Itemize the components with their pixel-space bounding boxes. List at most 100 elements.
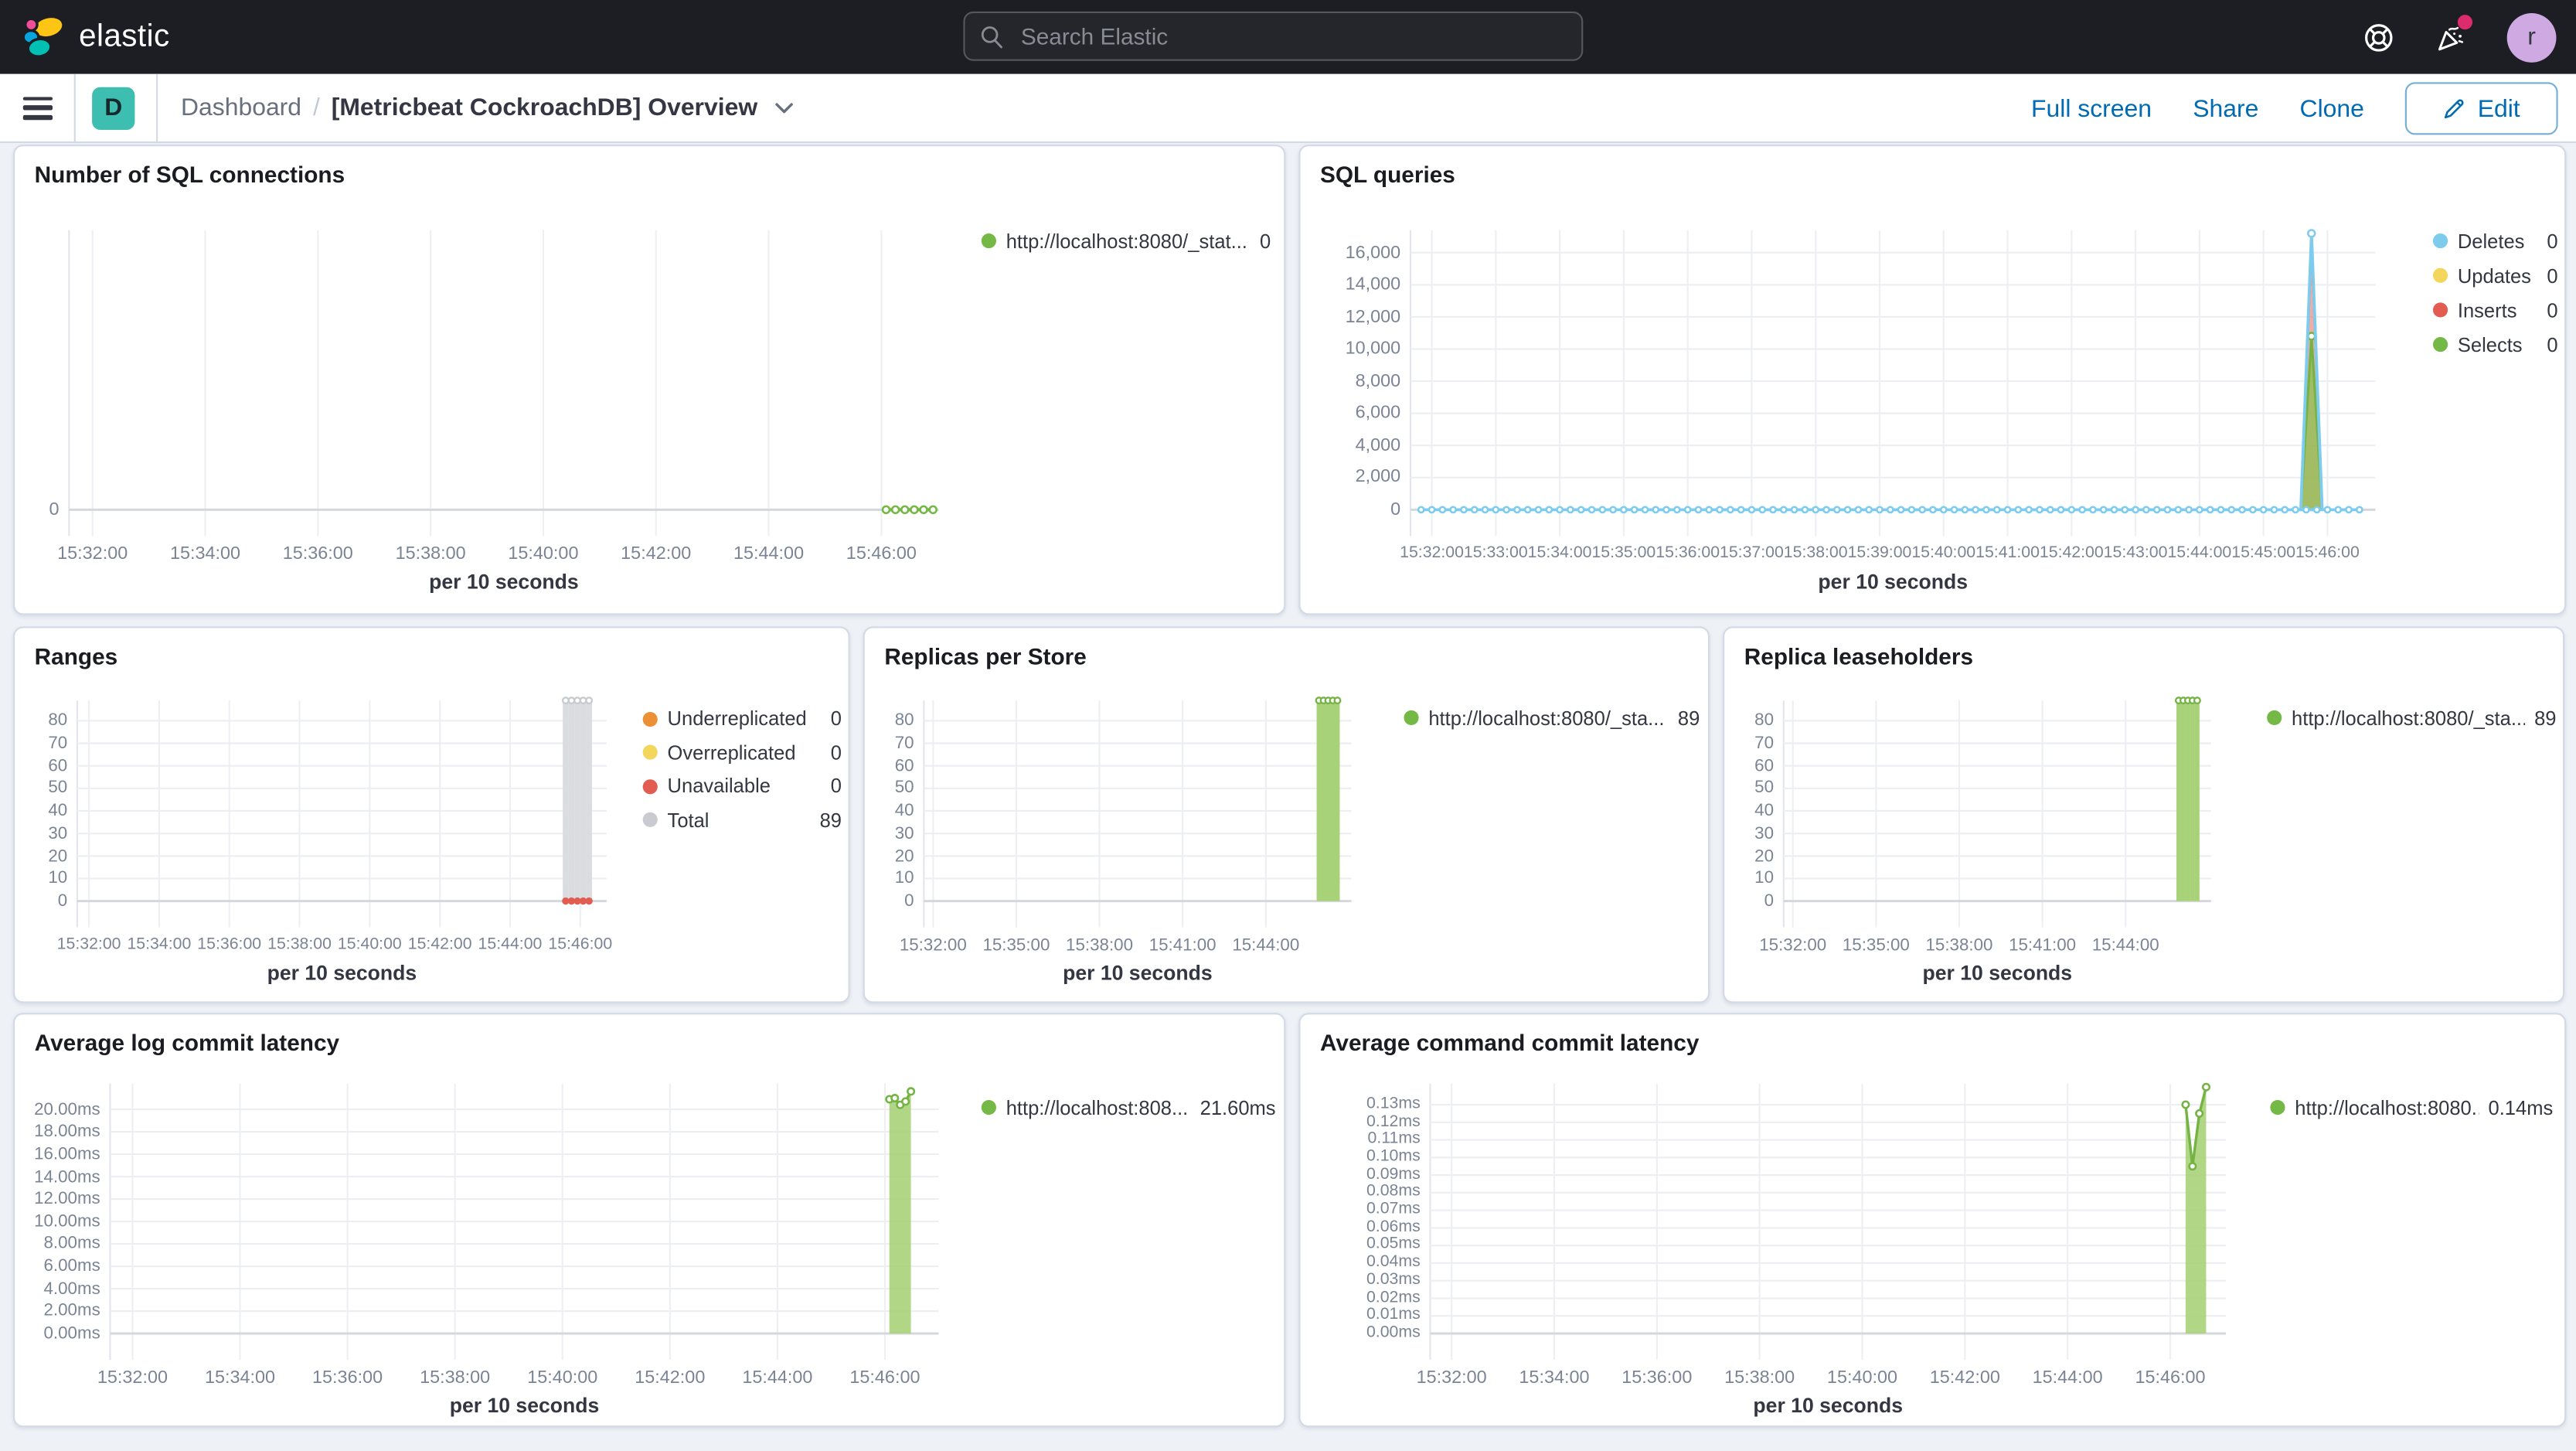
legend-color-dot — [2432, 337, 2448, 353]
help-button[interactable] — [2362, 21, 2395, 54]
y-axis-tick-label: 16.00ms — [34, 1144, 100, 1164]
chart-legend: http://localhost:8080/_sta... 89 — [2267, 703, 2556, 731]
panel-average-command-commit-latency[interactable]: Average command commit latency 0.00ms 0.0… — [1298, 1013, 2567, 1428]
x-axis-title: per 10 seconds — [429, 571, 579, 594]
full-screen-button[interactable]: Full screen — [2031, 94, 2152, 122]
divider — [73, 73, 76, 142]
breadcrumb-dashboard-link[interactable]: Dashboard — [181, 94, 301, 121]
legend-label: http://localhost:8080/_stat... — [1006, 229, 1247, 253]
legend-item[interactable]: Underreplicated 0 — [642, 702, 842, 736]
edit-button-label: Edit — [2477, 94, 2520, 123]
legend-color-dot — [642, 745, 658, 761]
legend-item[interactable]: Deletes 0 — [2432, 223, 2558, 258]
legend-item[interactable]: Selects 0 — [2432, 327, 2558, 362]
legend-value: 0.14ms — [2488, 1095, 2554, 1119]
legend-value: 89 — [2534, 706, 2557, 730]
y-axis-tick-label: 6,000 — [1355, 403, 1401, 424]
y-axis-tick-label: 30 — [1754, 823, 1775, 843]
newsfeed-button[interactable] — [2435, 14, 2473, 54]
dashboard-badge[interactable]: D — [92, 86, 135, 129]
legend-label: Deletes — [2457, 229, 2525, 253]
legend-item[interactable]: Overreplicated 0 — [642, 736, 842, 770]
share-button[interactable]: Share — [2193, 94, 2258, 122]
y-axis-tick-label: 40 — [1754, 801, 1775, 821]
legend-color-dot — [2267, 710, 2282, 726]
legend-value: 21.60ms — [1200, 1095, 1276, 1119]
legend-value: 0 — [830, 775, 842, 799]
panel-replicas-per-store[interactable]: Replicas per Store 0 10 20 30 40 50 60 70 80 15:3… — [863, 626, 1710, 1003]
legend-value: 0 — [1259, 229, 1271, 253]
legend-color-dot — [2432, 302, 2448, 318]
x-axis-tick-label: 15:38:00 — [1724, 1368, 1795, 1388]
chart-plot-area[interactable] — [1300, 1014, 2566, 1427]
panel-replica-leaseholders[interactable]: Replica leaseholders 0 10 20 30 40 50 60 70 80 15… — [1723, 626, 2565, 1003]
legend-label: Overreplicated — [667, 741, 796, 765]
global-search[interactable] — [963, 11, 1584, 61]
elastic-logo[interactable]: elastic — [22, 15, 170, 59]
chart-plot-area[interactable] — [15, 1014, 1285, 1427]
legend-item[interactable]: Total 89 — [642, 803, 842, 837]
x-axis-tick-label: 15:36:00 — [282, 544, 353, 564]
legend-label: Total — [667, 808, 710, 832]
y-axis-tick-label: 0.00ms — [43, 1323, 100, 1344]
y-axis-tick-label: 70 — [48, 733, 68, 754]
x-axis-tick-label: 15:32:00 — [97, 1368, 168, 1388]
y-axis-tick-label: 2,000 — [1355, 468, 1401, 488]
legend-item[interactable]: Inserts 0 — [2432, 293, 2558, 328]
legend-label: http://localhost:8080/_sta... — [1428, 706, 1665, 730]
y-axis-tick-label: 30 — [48, 823, 68, 843]
panel-ranges[interactable]: Ranges 0 10 20 30 40 50 60 70 80 15:32:00 15:34:00… — [13, 626, 850, 1003]
legend-color-dot — [642, 778, 658, 794]
panel-average-log-commit-latency[interactable]: Average log commit latency 0.00ms 2.00ms 4… — [13, 1013, 1286, 1428]
y-axis-tick-label: 20 — [48, 846, 68, 867]
legend-item[interactable]: Unavailable 0 — [642, 769, 842, 803]
legend-item[interactable]: http://localhost:8080/_sta... 89 — [2267, 703, 2556, 731]
x-axis-title: per 10 seconds — [267, 962, 417, 986]
x-axis-tick-label: 15:42:00 — [1929, 1368, 2000, 1388]
y-axis-tick-label: 18.00ms — [34, 1122, 100, 1142]
chart-legend: http://localhost:808... 21.60ms — [981, 1093, 1276, 1121]
y-axis-tick-label: 8,000 — [1355, 371, 1401, 391]
edit-button[interactable]: Edit — [2405, 82, 2558, 135]
legend-label: http://localhost:808... — [1006, 1095, 1189, 1119]
legend-label: Updates — [2457, 264, 2531, 288]
legend-label: http://localhost:8080/_sta... — [2292, 706, 2525, 730]
x-axis-tick-label: 15:32:00 — [1416, 1368, 1487, 1388]
panel-sql-queries[interactable]: SQL queries 0 2,000 4,000 6,000 8,000 10,000 1… — [1298, 145, 2567, 615]
x-axis-tick-label: 15:44:00 — [742, 1368, 813, 1388]
x-axis-tick-label: 15:46:00 — [846, 544, 917, 564]
legend-item[interactable]: Updates 0 — [2432, 258, 2558, 293]
x-axis-tick-label: 15:38:00 — [395, 544, 466, 564]
y-axis-tick-label: 0 — [1764, 891, 1775, 911]
legend-item[interactable]: http://localhost:808... 21.60ms — [981, 1093, 1276, 1121]
x-axis-tick-label: 15:40:00 — [527, 1368, 598, 1388]
legend-value: 0 — [830, 707, 842, 731]
legend-item[interactable]: http://localhost:8080/_sta... 89 — [1404, 703, 1700, 731]
x-axis-tick-label: 15:46:00 — [548, 935, 613, 954]
chevron-down-icon[interactable] — [774, 101, 794, 114]
legend-item[interactable]: http://localhost:8080/_stat... 0 — [981, 227, 1271, 255]
y-axis-tick-label: 50 — [48, 778, 68, 799]
user-avatar[interactable]: r — [2506, 12, 2557, 62]
search-input[interactable] — [1017, 21, 1567, 51]
y-axis-tick-label: 12.00ms — [34, 1189, 100, 1209]
toolbar-actions: Full screen Share Clone Edit — [2031, 74, 2558, 143]
app-header: elastic Search Elastic r — [0, 0, 2576, 74]
x-axis-tick-label: 15:42:00 — [621, 544, 692, 564]
life-ring-icon — [2365, 23, 2393, 51]
legend-value: 0 — [2547, 332, 2558, 356]
clone-button[interactable]: Clone — [2300, 94, 2364, 122]
panel-number-of-sql-connections[interactable]: Number of SQL connections 0 15:32:00 15:34… — [13, 145, 1286, 615]
y-axis-tick-label: 20 — [894, 846, 914, 867]
x-axis-tick-label: 15:34:00 — [1519, 1368, 1590, 1388]
x-axis-tick-label: 15:44:00 — [1232, 935, 1300, 955]
x-axis-tick-label: 15:34:00 — [169, 544, 241, 564]
legend-color-dot — [981, 233, 996, 249]
menu-button[interactable] — [22, 96, 53, 120]
divider — [156, 73, 158, 142]
legend-label: Selects — [2457, 332, 2523, 356]
x-axis-tick-label: 15:42:00 — [635, 1368, 706, 1388]
y-axis-tick-label: 40 — [48, 801, 68, 821]
legend-item[interactable]: http://localhost:8080... 0.14ms — [2270, 1093, 2553, 1121]
x-axis-title: per 10 seconds — [1922, 962, 2073, 986]
